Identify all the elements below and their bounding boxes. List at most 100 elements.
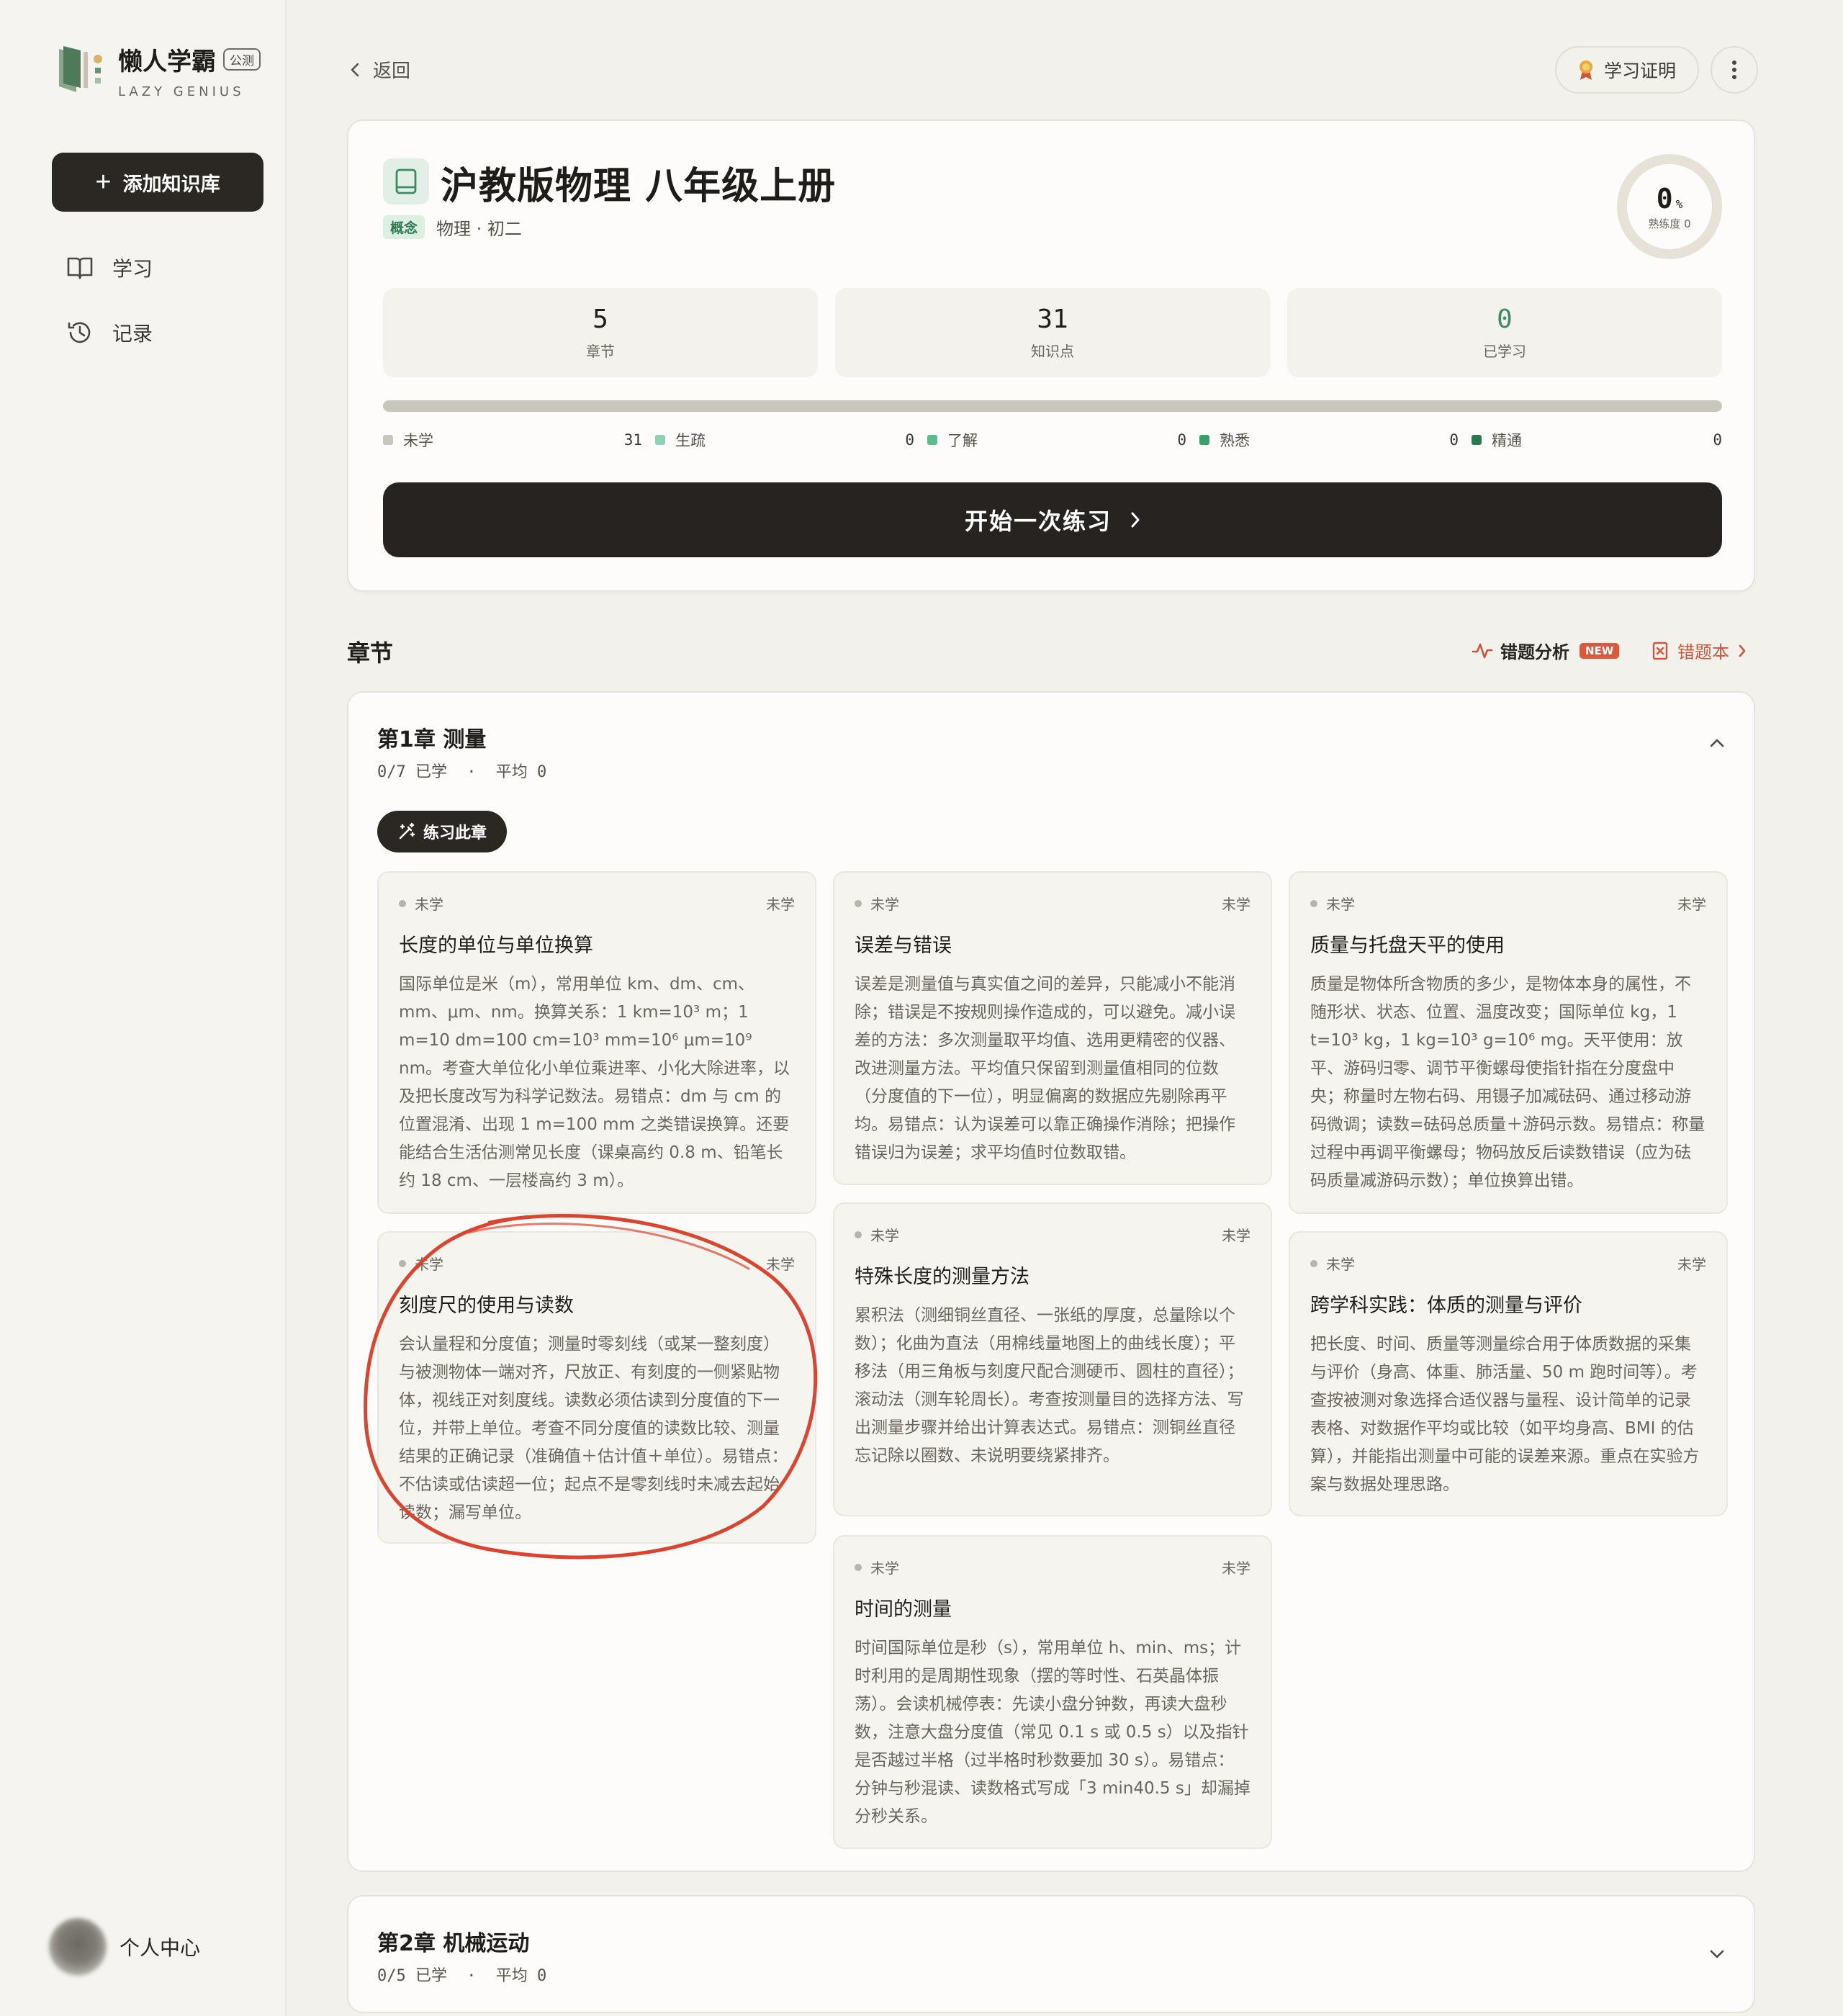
chevron-up-icon	[1710, 739, 1724, 747]
kp-status-right: 未学	[1222, 896, 1251, 913]
mastery-value: 0	[1656, 182, 1673, 215]
chevron-right-icon	[1739, 644, 1746, 657]
more-options-button[interactable]	[1711, 46, 1758, 94]
legend-count: 0	[905, 431, 914, 449]
kp-description: 会认量程和分度值；测量时零刻线（或某一整刻度）与被测物体一端对齐，尺放正、有刻度…	[399, 1335, 788, 1522]
stat-label: 已学习	[1483, 343, 1526, 360]
legend-item-understood: 了解 0	[927, 429, 1186, 451]
legend-count: 31	[623, 431, 642, 449]
legend-label: 精通	[1492, 432, 1522, 449]
study-certificate-button[interactable]: 学习证明	[1555, 46, 1699, 94]
back-button[interactable]: 返回	[350, 56, 410, 83]
stat-knowledge-points: 31 知识点	[835, 288, 1270, 377]
mastery-ring: 0% 熟练度 0	[1616, 153, 1723, 261]
kp-status: 未学	[870, 896, 899, 913]
start-practice-button[interactable]: 开始一次练习	[383, 482, 1722, 557]
legend-item-familiar: 熟悉 0	[1199, 429, 1459, 451]
course-subject: 物理 · 初二	[436, 219, 522, 239]
kp-title: 长度的单位与单位换算	[399, 935, 593, 957]
legend-label: 熟悉	[1220, 432, 1250, 449]
kp-title: 特殊长度的测量方法	[855, 1266, 1029, 1288]
mastery-unit: %	[1675, 197, 1683, 211]
kp-status-right: 未学	[1677, 896, 1706, 913]
kp-description: 时间国际单位是秒（s），常用单位 h、min、ms；计时利用的是周期性现象（摆的…	[855, 1639, 1251, 1826]
activity-icon	[1472, 643, 1493, 658]
mastery-label: 熟练度 0	[1648, 217, 1691, 230]
error-book-icon	[1652, 642, 1668, 660]
kp-status: 未学	[1326, 896, 1355, 913]
more-vertical-icon	[1732, 60, 1736, 79]
kp-description: 误差是测量值与真实值之间的差异，只能减小不能消除；错误是不按规则操作造成的，可以…	[855, 975, 1235, 1162]
status-dot	[1310, 899, 1317, 907]
kp-status: 未学	[870, 1227, 899, 1244]
sidebar-item-label: 学习	[112, 257, 153, 281]
kp-title: 跨学科实践：体质的测量与评价	[1310, 1295, 1582, 1317]
status-dot	[1310, 1259, 1317, 1267]
collapse-chapter-button[interactable]	[1709, 737, 1725, 751]
stat-label: 章节	[586, 343, 615, 360]
knowledge-point-card[interactable]: 未学 未学 刻度尺的使用与读数 会认量程和分度值；测量时零刻线（或某一整刻度）与被…	[377, 1231, 816, 1544]
kp-description: 质量是物体所含物质的多少，是物体本身的属性，不随形状、状态、位置、温度改变；国际…	[1310, 975, 1705, 1190]
back-label: 返回	[373, 60, 411, 82]
legend-label: 了解	[947, 432, 978, 449]
avatar	[49, 1918, 107, 1976]
legend-item-unlearned: 未学 31	[383, 429, 642, 451]
chevron-right-icon	[1131, 512, 1140, 528]
legend-count: 0	[1177, 431, 1186, 449]
brand[interactable]: 懒人学霸 公测 LAZY GENIUS	[56, 42, 261, 99]
beta-badge: 公测	[223, 48, 261, 71]
knowledge-point-card[interactable]: 未学 未学 误差与错误 误差是测量值与真实值之间的差异，只能减小不能消除；错误是不…	[833, 871, 1272, 1185]
course-overview-card: 沪教版物理 八年级上册 概念 物理 · 初二 0% 熟练度 0 5 章节 31 …	[347, 120, 1755, 592]
chevron-down-icon	[1710, 1950, 1724, 1958]
legend-swatch	[1199, 435, 1209, 445]
error-book-link[interactable]: 错题本	[1652, 638, 1747, 663]
legend-count: 0	[1713, 431, 1722, 449]
course-meta: 概念 物理 · 初二	[383, 215, 522, 240]
status-dot	[855, 899, 862, 907]
status-dot	[399, 1259, 406, 1267]
kp-title: 时间的测量	[855, 1598, 952, 1621]
stat-value: 5	[592, 305, 608, 334]
chapter-meta: 0/7 已学 · 平均 0	[377, 759, 546, 782]
practice-chapter-button[interactable]: 练习此章	[377, 811, 507, 852]
stat-learned: 0 已学习	[1287, 288, 1722, 377]
chevron-left-icon	[351, 63, 359, 76]
new-badge: NEW	[1580, 642, 1620, 659]
magic-wand-icon	[399, 822, 415, 840]
legend-swatch	[1472, 435, 1482, 445]
logo-icon	[56, 42, 108, 94]
kp-status: 未学	[1326, 1256, 1355, 1273]
kp-description: 累积法（测细铜丝直径、一张纸的厚度，总量除以个数）；化曲为直法（用棉线量地图上的…	[855, 1306, 1244, 1465]
mastery-legend: 未学 31 生疏 0 了解 0 熟悉 0 精通 0	[383, 429, 1722, 451]
kp-title: 刻度尺的使用与读数	[399, 1295, 574, 1317]
legend-swatch	[927, 435, 937, 445]
notebook-icon	[383, 158, 429, 204]
knowledge-point-card[interactable]: 未学 未学 特殊长度的测量方法 累积法（测细铜丝直径、一张纸的厚度，总量除以个数）…	[833, 1202, 1272, 1516]
chapter-progress: 0/7 已学	[377, 763, 447, 781]
add-knowledge-base-button[interactable]: + 添加知识库	[52, 153, 263, 212]
knowledge-point-card[interactable]: 未学 未学 跨学科实践：体质的测量与评价 把长度、时间、质量等测量综合用于体质数据…	[1289, 1231, 1728, 1516]
kp-status-right: 未学	[1222, 1560, 1251, 1577]
kp-description: 国际单位是米（m），常用单位 km、dm、cm、mm、μm、nm。换算关系：1 …	[399, 975, 790, 1190]
expand-chapter-button[interactable]	[1709, 1948, 1725, 1962]
knowledge-point-card[interactable]: 未学 未学 时间的测量 时间国际单位是秒（s），常用单位 h、min、ms；计时利…	[833, 1535, 1272, 1849]
brand-subtitle: LAZY GENIUS	[118, 84, 245, 99]
sidebar-item-study[interactable]: 学习	[66, 253, 153, 282]
book-open-icon	[67, 257, 93, 279]
knowledge-point-card[interactable]: 未学 未学 长度的单位与单位换算 国际单位是米（m），常用单位 km、dm、cm、…	[377, 871, 816, 1214]
sidebar-item-label: 记录	[112, 322, 153, 346]
brand-name: 懒人学霸	[118, 48, 216, 76]
kp-status-right: 未学	[1677, 1256, 1706, 1273]
legend-count: 0	[1449, 431, 1459, 449]
chapter-card-1: 第1章 测量 0/7 已学 · 平均 0 练习此章 未学 未学 长度的单位与单位换…	[347, 691, 1755, 1872]
legend-item-unfamiliar: 生疏 0	[655, 429, 914, 451]
start-practice-label: 开始一次练习	[964, 508, 1112, 534]
error-analysis-link[interactable]: 错题分析 NEW	[1472, 638, 1620, 663]
knowledge-point-card[interactable]: 未学 未学 质量与托盘天平的使用 质量是物体所含物质的多少，是物体本身的属性，不随…	[1289, 871, 1728, 1214]
stat-chapters: 5 章节	[383, 288, 818, 377]
profile-link[interactable]: 个人中心	[49, 1918, 200, 1976]
chapter-title: 第1章 测量	[377, 727, 487, 752]
sidebar-item-records[interactable]: 记录	[66, 318, 153, 347]
chapter-card-2[interactable]: 第2章 机械运动 0/5 已学 · 平均 0	[347, 1895, 1755, 2013]
mastery-progress-bar	[383, 400, 1722, 412]
